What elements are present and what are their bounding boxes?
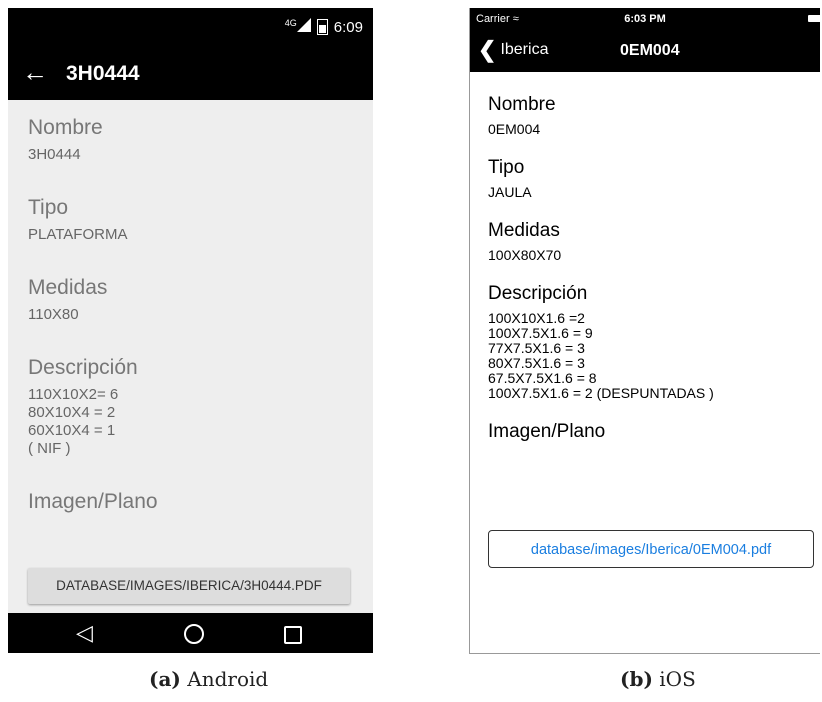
field-label: Tipo	[488, 157, 525, 178]
field-label: Medidas	[488, 220, 560, 241]
field-nombre: Nombre 3H0444	[28, 116, 358, 164]
chevron-left-icon: ❮	[478, 37, 497, 62]
field-label: Medidas	[28, 276, 108, 299]
ios-screen: Carrier ≈ 6:03 PM ❮ Iberica 0EM004 Nombr…	[469, 8, 820, 654]
field-label: Tipo	[28, 196, 69, 219]
back-label: Iberica	[500, 41, 549, 58]
caption-tag: (a)	[149, 667, 181, 691]
field-nombre: Nombre 0EM004	[488, 94, 808, 137]
field-medidas: Medidas 100X80X70	[488, 220, 808, 263]
caption-android: (a) Android	[149, 667, 268, 691]
field-value: 100X80X70	[488, 247, 562, 263]
open-pdf-button[interactable]: DATABASE/IMAGES/IBERICA/3H0444.PDF	[28, 568, 350, 604]
page-title: 3H0444	[66, 62, 140, 85]
field-label: Nombre	[28, 116, 103, 139]
field-label: Descripción	[28, 356, 138, 379]
ios-status-bar: Carrier ≈ 6:03 PM	[470, 8, 820, 32]
back-button[interactable]: ❮ Iberica	[478, 37, 549, 62]
ios-nav-bar: ❮ Iberica 0EM004	[470, 32, 820, 72]
field-imagen-plano: Imagen/Plano	[28, 490, 358, 514]
caption-ios: (b) iOS	[620, 667, 696, 691]
field-value: PLATAFORMA	[28, 226, 128, 243]
android-detail-list: Nombre 3H0444 Tipo PLATAFORMA Medidas 11…	[28, 116, 358, 546]
android-nav-bar: ◁	[8, 613, 373, 653]
field-value: 110X80	[28, 306, 79, 323]
back-arrow-icon[interactable]: ←	[22, 58, 48, 86]
back-triangle-icon[interactable]: ◁	[76, 620, 93, 646]
field-value: 0EM004	[488, 121, 541, 137]
status-time: 6:09	[333, 18, 363, 36]
home-circle-icon[interactable]	[184, 624, 204, 650]
caption-tag: (b)	[620, 667, 653, 691]
field-imagen-plano: Imagen/Plano	[488, 421, 808, 443]
signal-icon: 4G	[285, 18, 311, 36]
field-value: 3H0444	[28, 146, 81, 163]
field-value: 110X10X2= 6 80X10X4 = 2 60X10X4 = 1 ( NI…	[28, 386, 119, 457]
field-label: Descripción	[488, 283, 588, 304]
field-value: 100X10X1.6 =2 100X7.5X1.6 = 9 77X7.5X1.6…	[488, 310, 714, 401]
field-medidas: Medidas 110X80	[28, 276, 358, 324]
battery-icon	[808, 15, 820, 22]
battery-icon	[316, 19, 328, 35]
caption-text: iOS	[659, 667, 696, 691]
field-descripcion: Descripción 110X10X2= 6 80X10X4 = 2 60X1…	[28, 356, 358, 458]
status-time: 6:03 PM	[624, 13, 666, 25]
field-descripcion: Descripción 100X10X1.6 =2 100X7.5X1.6 = …	[488, 283, 808, 401]
android-app-bar: ← 3H0444	[8, 48, 373, 100]
field-tipo: Tipo PLATAFORMA	[28, 196, 358, 244]
field-tipo: Tipo JAULA	[488, 157, 808, 200]
android-screen: 4G 6:09 ← 3H0444 Nombre 3H0444 Tipo PLAT…	[8, 8, 373, 653]
open-pdf-button[interactable]: database/images/Iberica/0EM004.pdf	[488, 530, 814, 568]
field-label: Nombre	[488, 94, 556, 115]
field-label: Imagen/Plano	[28, 490, 158, 513]
android-status-bar: 4G 6:09	[8, 8, 373, 48]
field-label: Imagen/Plano	[488, 421, 606, 442]
recents-square-icon[interactable]	[284, 624, 302, 650]
ios-detail-list: Nombre 0EM004 Tipo JAULA Medidas 100X80X…	[488, 94, 808, 463]
caption-text: Android	[187, 667, 269, 691]
network-type: 4G	[284, 18, 297, 28]
page-title: 0EM004	[620, 42, 680, 59]
field-value: JAULA	[488, 184, 532, 200]
